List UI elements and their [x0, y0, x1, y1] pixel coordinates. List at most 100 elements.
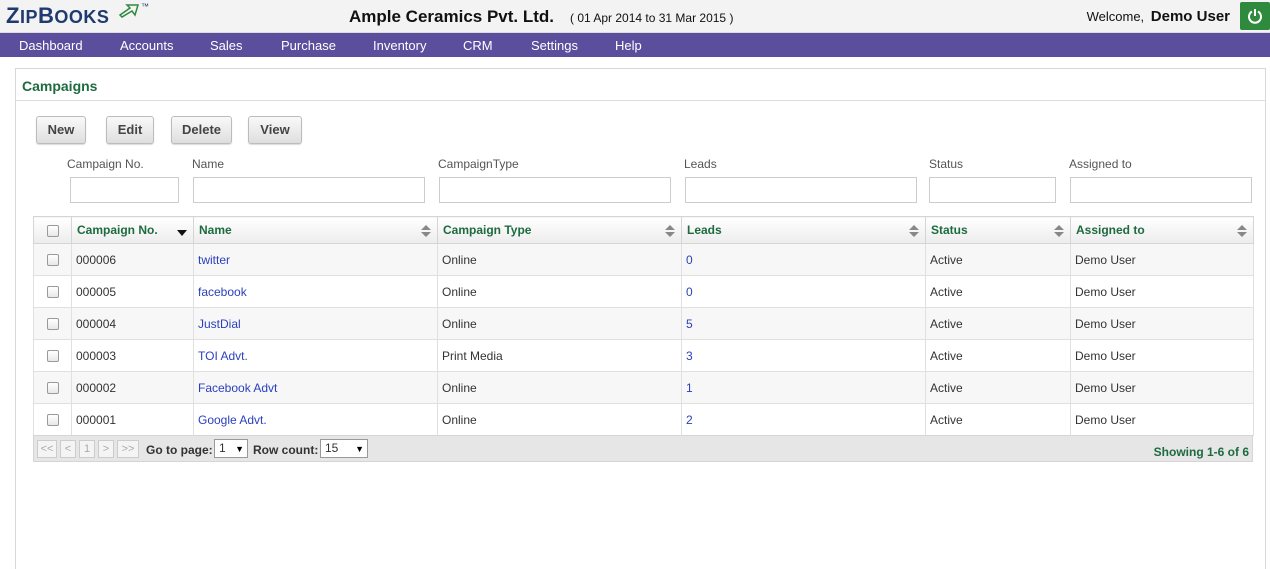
view-button[interactable]: View — [248, 116, 302, 144]
column-header-label: Status — [931, 223, 968, 237]
filter-name-input[interactable] — [193, 177, 425, 203]
row-checkbox[interactable] — [46, 350, 59, 363]
column-header-campaign-no[interactable]: Campaign No. — [71, 216, 194, 244]
cell-name-link[interactable]: Facebook Advt — [193, 371, 438, 404]
select-all-checkbox[interactable] — [46, 224, 59, 237]
sort-icon — [421, 225, 431, 237]
column-header-leads[interactable]: Leads — [681, 216, 926, 244]
cell-leads-link[interactable]: 3 — [681, 339, 926, 372]
filter-campaign-no-input[interactable] — [70, 177, 179, 203]
column-header-label: Leads — [687, 223, 722, 237]
filter-leads-input[interactable] — [685, 177, 917, 203]
filter-label-status: Status — [929, 157, 964, 171]
power-icon — [1248, 9, 1262, 24]
cell-leads-link[interactable]: 1 — [681, 371, 926, 404]
table-row[interactable]: 000003 TOI Advt. Print Media 3 Active De… — [33, 339, 1254, 372]
new-button[interactable]: New — [36, 116, 86, 144]
current-page-indicator: 1 — [79, 440, 95, 458]
sort-descending-icon — [177, 230, 187, 236]
last-page-button[interactable]: >> — [117, 440, 139, 458]
nav-dashboard[interactable]: Dashboard — [19, 38, 83, 53]
nav-sales[interactable]: Sales — [210, 38, 243, 53]
cell-name-link[interactable]: Google Advt. — [193, 403, 438, 436]
row-select-cell — [33, 307, 72, 340]
cell-campaign-no: 000006 — [71, 243, 194, 276]
cell-campaign-type: Online — [437, 371, 682, 404]
cell-assigned-to: Demo User — [1070, 403, 1254, 436]
main-nav: Dashboard Accounts Sales Purchase Invent… — [0, 33, 1270, 57]
cell-leads-link[interactable]: 5 — [681, 307, 926, 340]
row-select-cell — [33, 371, 72, 404]
filter-label-campaign-no: Campaign No. — [67, 157, 144, 171]
next-page-button[interactable]: > — [98, 440, 114, 458]
cell-leads-link[interactable]: 0 — [681, 243, 926, 276]
cell-campaign-type: Online — [437, 307, 682, 340]
nav-settings[interactable]: Settings — [531, 38, 578, 53]
nav-inventory[interactable]: Inventory — [373, 38, 426, 53]
cell-campaign-type: Online — [437, 243, 682, 276]
row-checkbox[interactable] — [46, 382, 59, 395]
fiscal-period: ( 01 Apr 2014 to 31 Mar 2015 ) — [570, 11, 734, 25]
filter-label-leads: Leads — [684, 157, 717, 171]
column-header-label: Campaign Type — [443, 223, 532, 237]
filter-status-input[interactable] — [929, 177, 1056, 203]
campaigns-table: Campaign No. Name Campaign Type Leads St… — [33, 216, 1254, 436]
cell-assigned-to: Demo User — [1070, 275, 1254, 308]
filter-label-name: Name — [192, 157, 225, 171]
cell-assigned-to: Demo User — [1070, 371, 1254, 404]
sort-icon — [1054, 225, 1064, 237]
row-count-select[interactable]: 15 ▼ — [320, 439, 368, 458]
goto-page-select[interactable]: 1 ▼ — [214, 439, 248, 458]
zipbooks-logo[interactable]: ZIPBOOKS ™ — [6, 2, 149, 30]
nav-help[interactable]: Help — [615, 38, 642, 53]
prev-page-button[interactable]: < — [60, 440, 76, 458]
cell-status: Active — [925, 275, 1071, 308]
cell-campaign-no: 000001 — [71, 403, 194, 436]
goto-page-label: Go to page: — [146, 443, 213, 457]
first-page-button[interactable]: << — [37, 440, 57, 458]
goto-page-value: 1 — [219, 441, 226, 455]
column-header-name[interactable]: Name — [193, 216, 438, 244]
row-checkbox[interactable] — [46, 414, 59, 427]
cell-name-link[interactable]: facebook — [193, 275, 438, 308]
cell-name-link[interactable]: twitter — [193, 243, 438, 276]
nav-purchase[interactable]: Purchase — [281, 38, 336, 53]
edit-button[interactable]: Edit — [106, 116, 154, 144]
row-count-label: Row count: — [253, 443, 319, 457]
cell-leads-link[interactable]: 0 — [681, 275, 926, 308]
row-select-cell — [33, 275, 72, 308]
table-row[interactable]: 000005 facebook Online 0 Active Demo Use… — [33, 275, 1254, 308]
column-header-campaign-type[interactable]: Campaign Type — [437, 216, 682, 244]
cell-leads-link[interactable]: 2 — [681, 403, 926, 436]
sort-icon — [1237, 225, 1247, 237]
company-name: Ample Ceramics Pvt. Ltd. — [349, 7, 555, 26]
row-checkbox[interactable] — [46, 318, 59, 331]
row-checkbox[interactable] — [46, 254, 59, 267]
cell-name-link[interactable]: JustDial — [193, 307, 438, 340]
delete-button[interactable]: Delete — [171, 116, 232, 144]
filter-campaign-type-input[interactable] — [439, 177, 671, 203]
table-row[interactable]: 000004 JustDial Online 5 Active Demo Use… — [33, 307, 1254, 340]
row-checkbox[interactable] — [46, 286, 59, 299]
cell-status: Active — [925, 403, 1071, 436]
welcome-label: Welcome, — [1086, 9, 1145, 24]
table-row[interactable]: 000002 Facebook Advt Online 1 Active Dem… — [33, 371, 1254, 404]
row-select-cell — [33, 243, 72, 276]
nav-crm[interactable]: CRM — [463, 38, 493, 53]
record-count: Showing 1-6 of 6 — [1153, 445, 1249, 459]
cell-name-link[interactable]: TOI Advt. — [193, 339, 438, 372]
current-user[interactable]: Demo User — [1151, 8, 1230, 25]
table-row[interactable]: 000006 twitter Online 0 Active Demo User — [33, 243, 1254, 276]
cell-status: Active — [925, 339, 1071, 372]
column-header-assigned-to[interactable]: Assigned to — [1070, 216, 1254, 244]
column-header-label: Name — [199, 223, 232, 237]
column-header-status[interactable]: Status — [925, 216, 1071, 244]
title-divider — [16, 100, 1265, 101]
nav-accounts[interactable]: Accounts — [120, 38, 173, 53]
table-row[interactable]: 000001 Google Advt. Online 2 Active Demo… — [33, 403, 1254, 436]
logout-button[interactable] — [1240, 2, 1270, 30]
select-all-header — [33, 216, 72, 244]
dropdown-arrow-icon: ▼ — [235, 444, 244, 454]
filter-assigned-to-input[interactable] — [1070, 177, 1252, 203]
cell-campaign-type: Online — [437, 275, 682, 308]
